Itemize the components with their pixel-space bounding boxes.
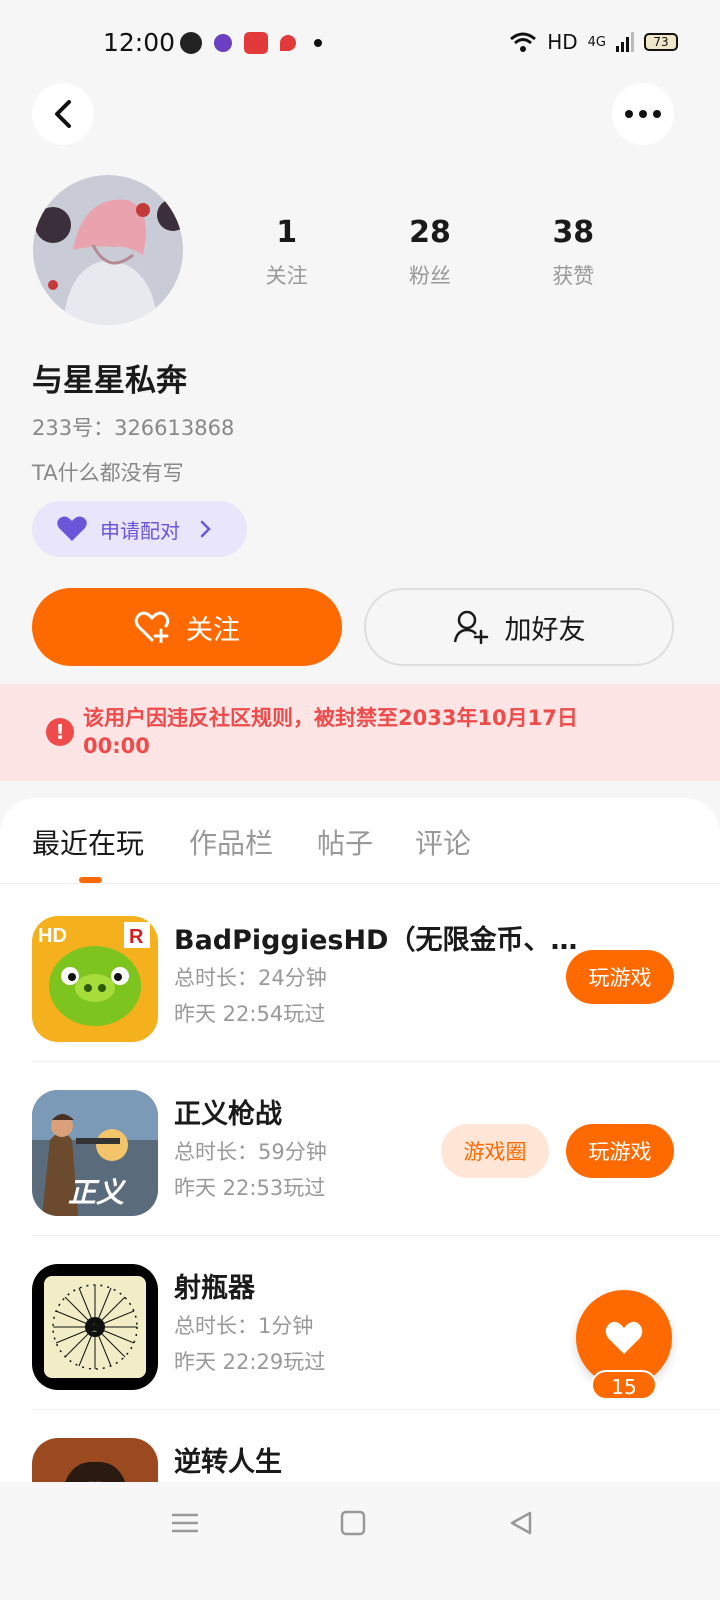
stat-followers[interactable]: 28 粉丝 bbox=[358, 215, 501, 290]
wechat-icon bbox=[180, 32, 202, 54]
home-icon[interactable] bbox=[340, 1510, 366, 1536]
game-duration: 总时长：59分钟 bbox=[174, 1140, 327, 1164]
game-icon-justice-gunfight: 正义 bbox=[32, 1090, 158, 1216]
game-title: 正义枪战 bbox=[174, 1099, 282, 1130]
game-last-played: 昨天 22:29玩过 bbox=[174, 1350, 326, 1374]
tab-bar: 最近在玩 作品栏 帖子 评论 bbox=[0, 798, 720, 884]
chevron-left-icon bbox=[55, 100, 71, 128]
alert-icon: ! bbox=[46, 718, 74, 746]
pair-label: 申请配对 bbox=[100, 518, 180, 543]
tab-indicator bbox=[79, 877, 102, 883]
stat-label: 获赞 bbox=[552, 264, 595, 288]
pair-request-button[interactable]: 申请配对 bbox=[32, 501, 247, 557]
add-friend-label: 加好友 bbox=[504, 614, 586, 646]
chevron-right-icon bbox=[200, 520, 211, 538]
tab-works[interactable]: 作品栏 bbox=[189, 822, 273, 862]
game-icon-bottle-shooter: 1 bbox=[32, 1264, 158, 1390]
stat-label: 关注 bbox=[265, 264, 308, 288]
dot-icon bbox=[314, 39, 322, 47]
heart-icon bbox=[605, 1321, 643, 1354]
more-button[interactable] bbox=[612, 83, 674, 145]
like-count: 15 bbox=[591, 1370, 657, 1400]
game-title: 逆转人生 bbox=[174, 1447, 282, 1478]
game-icon-bad-piggies: HD R bbox=[32, 916, 158, 1042]
battery-icon: 73 bbox=[644, 33, 678, 51]
tab-comments[interactable]: 评论 bbox=[415, 822, 471, 862]
game-row[interactable]: HD R BadPiggiesHD（无限金币、… 总时长：24分钟 昨天 22:… bbox=[0, 888, 720, 1062]
game-duration: 总时长：24分钟 bbox=[174, 966, 327, 990]
game-duration: 总时长：1分钟 bbox=[174, 1314, 314, 1338]
play-game-button[interactable]: 玩游戏 bbox=[566, 1124, 674, 1178]
game-row[interactable]: 正义 正义枪战 总时长：59分钟 昨天 22:53玩过 游戏圈 玩游戏 bbox=[0, 1062, 720, 1236]
game-last-played: 昨天 22:54玩过 bbox=[174, 1002, 326, 1026]
wifi-icon bbox=[510, 32, 537, 52]
map-icon bbox=[280, 35, 296, 51]
svg-text:R: R bbox=[129, 926, 144, 948]
system-icons: HD 4G 73 bbox=[509, 30, 678, 54]
game-circle-button[interactable]: 游戏圈 bbox=[441, 1124, 549, 1178]
avatar[interactable] bbox=[33, 175, 183, 325]
add-user-icon bbox=[453, 610, 488, 644]
user-bio: TA什么都没有写 bbox=[32, 461, 184, 485]
game-title: 射瓶器 bbox=[174, 1273, 255, 1304]
stat-label: 粉丝 bbox=[408, 264, 451, 288]
status-time: 12:00 bbox=[103, 28, 176, 57]
stat-following[interactable]: 1 关注 bbox=[215, 215, 358, 290]
sohu-icon bbox=[244, 32, 268, 54]
more-icon bbox=[625, 110, 661, 118]
username: 与星星私奔 bbox=[32, 363, 187, 399]
app-icon bbox=[214, 34, 232, 52]
svg-text:HD: HD bbox=[38, 925, 67, 947]
follow-label: 关注 bbox=[186, 614, 240, 646]
content-panel: 最近在玩 作品栏 帖子 评论 HD R BadPiggiesHD（无限金币、… bbox=[0, 798, 720, 1600]
profile-stats: 1 关注 28 粉丝 38 获赞 bbox=[215, 215, 645, 290]
follow-button[interactable]: 关注 bbox=[32, 588, 342, 666]
back-nav-icon[interactable] bbox=[508, 1510, 534, 1536]
stat-number: 38 bbox=[552, 215, 595, 250]
status-bar: 12:00 HD 4G 73 bbox=[0, 0, 720, 90]
tab-recent-play[interactable]: 最近在玩 bbox=[32, 822, 144, 862]
stat-likes[interactable]: 38 获赞 bbox=[502, 215, 645, 290]
tab-posts[interactable]: 帖子 bbox=[317, 822, 373, 862]
stat-number: 28 bbox=[409, 215, 451, 250]
user-id: 233号：326613868 bbox=[32, 416, 235, 440]
avatar-image bbox=[33, 175, 183, 325]
play-game-button[interactable]: 玩游戏 bbox=[566, 950, 674, 1004]
ban-text: 该用户因违反社区规则，被封禁至2033年10月17日 00:00 bbox=[83, 706, 578, 758]
signal-label: 4G bbox=[587, 34, 606, 50]
game-title: BadPiggiesHD（无限金币、… bbox=[174, 925, 578, 956]
back-button[interactable] bbox=[32, 83, 94, 145]
system-nav-bar bbox=[0, 1482, 720, 1600]
menu-icon[interactable] bbox=[172, 1510, 198, 1536]
network-type: HD bbox=[547, 30, 578, 54]
signal-icon bbox=[616, 32, 634, 52]
notification-icons bbox=[180, 32, 322, 54]
ban-notice: ! 该用户因违反社区规则，被封禁至2033年10月17日 00:00 bbox=[0, 684, 720, 781]
heart-icon bbox=[57, 516, 87, 541]
stat-number: 1 bbox=[276, 215, 298, 250]
svg-text:正义: 正义 bbox=[68, 1177, 127, 1208]
heart-plus-icon bbox=[134, 611, 170, 643]
add-friend-button[interactable]: 加好友 bbox=[364, 588, 674, 666]
game-last-played: 昨天 22:53玩过 bbox=[174, 1176, 326, 1200]
